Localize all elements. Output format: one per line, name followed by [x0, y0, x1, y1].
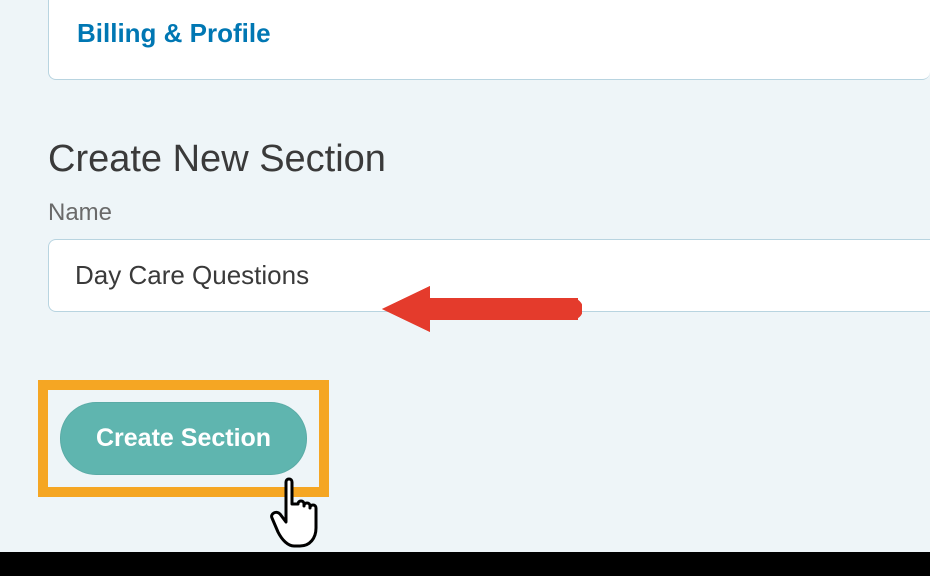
- section-name-input[interactable]: [48, 239, 930, 312]
- name-label: Name: [48, 199, 930, 227]
- create-section-button[interactable]: Create Section: [60, 402, 307, 475]
- highlight-annotation: Create Section: [38, 380, 329, 497]
- bottom-bar: [0, 552, 930, 576]
- top-panel: Billing & Profile: [48, 0, 930, 80]
- create-section-form: Create New Section Name: [48, 138, 930, 312]
- billing-profile-link[interactable]: Billing & Profile: [77, 18, 271, 49]
- create-section-heading: Create New Section: [48, 138, 930, 181]
